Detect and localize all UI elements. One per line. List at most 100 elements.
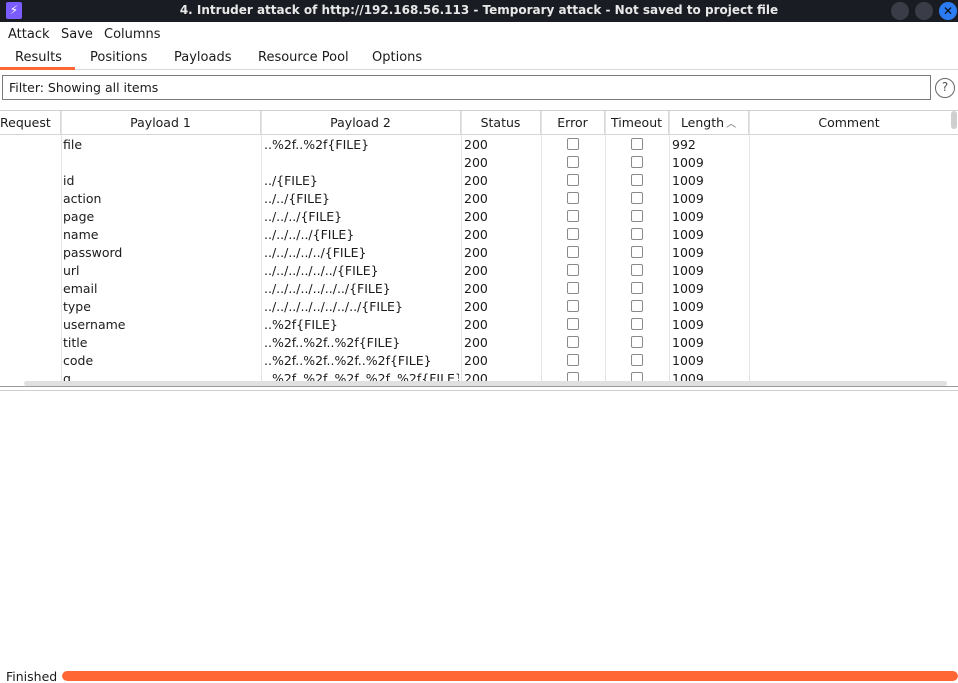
payload-1-cell: id: [63, 173, 75, 188]
tab-payloads[interactable]: Payloads: [174, 50, 231, 65]
results-table: Request Payload 1 Payload 2 Status Error…: [0, 110, 958, 387]
tab-positions[interactable]: Positions: [90, 50, 147, 65]
window-title: 4. Intruder attack of http://192.168.56.…: [179, 3, 779, 17]
status-cell: 200: [464, 173, 488, 188]
error-checkbox: [567, 192, 579, 204]
maximize-button[interactable]: [915, 2, 933, 20]
payload-1-cell: page: [63, 209, 95, 224]
horizontal-scrollbar[interactable]: [24, 381, 947, 386]
payload-2-cell: ../../../../{FILE}: [264, 227, 355, 242]
payload-2-cell: ../../../../../../{FILE}: [264, 263, 379, 278]
table-row[interactable]: 200 1009: [0, 154, 950, 172]
timeout-checkbox: [631, 174, 643, 186]
timeout-checkbox: [631, 156, 643, 168]
table-row[interactable]: url ../../../../../../{FILE} 200 1009: [0, 262, 950, 280]
menu-columns[interactable]: Columns: [104, 27, 161, 42]
table-row[interactable]: type ../../../../../../../../{FILE} 200 100…: [0, 298, 950, 316]
column-header-comment[interactable]: Comment: [749, 111, 949, 135]
minimize-button[interactable]: [891, 2, 909, 20]
table-row[interactable]: password ../../../../../{FILE} 200 1009: [0, 244, 950, 262]
length-cell: 1009: [672, 209, 704, 224]
length-cell: 992: [672, 137, 696, 152]
menu-bar: Attack Save Columns: [0, 24, 958, 46]
column-header-request[interactable]: Request: [0, 111, 61, 135]
column-header-payload-1[interactable]: Payload 1: [61, 111, 261, 135]
table-row[interactable]: title ..%2f..%2f..%2f{FILE} 200 1009: [0, 334, 950, 352]
column-header-length[interactable]: Length ︿: [669, 111, 749, 135]
column-header-error[interactable]: Error: [541, 111, 605, 135]
tab-bar: Results Positions Payloads Resource Pool…: [0, 47, 958, 70]
timeout-checkbox: [631, 354, 643, 366]
table-row[interactable]: email ../../../../../../../{FILE} 200 1009: [0, 280, 950, 298]
payload-1-cell: action: [63, 191, 102, 206]
column-header-status[interactable]: Status: [461, 111, 541, 135]
payload-1-cell: password: [63, 245, 123, 260]
table-row[interactable]: page ../../../{FILE} 200 1009: [0, 208, 950, 226]
menu-save[interactable]: Save: [61, 27, 93, 42]
table-row[interactable]: code ..%2f..%2f..%2f..%2f{FILE} 200 1009: [0, 352, 950, 370]
status-cell: 200: [464, 155, 488, 170]
timeout-checkbox: [631, 228, 643, 240]
length-cell: 1009: [672, 263, 704, 278]
status-cell: 200: [464, 209, 488, 224]
length-cell: 1009: [672, 281, 704, 296]
error-checkbox: [567, 210, 579, 222]
length-cell: 1009: [672, 245, 704, 260]
length-cell: 1009: [672, 155, 704, 170]
table-row[interactable]: id ../{FILE} 200 1009: [0, 172, 950, 190]
payload-1-cell: email: [63, 281, 98, 296]
error-checkbox: [567, 174, 579, 186]
length-cell: 1009: [672, 335, 704, 350]
status-cell: 200: [464, 227, 488, 242]
length-cell: 1009: [672, 191, 704, 206]
payload-2-cell: ..%2f{FILE}: [264, 317, 338, 332]
payload-2-cell: ..%2f..%2f..%2f..%2f{FILE}: [264, 353, 432, 368]
status-cell: 200: [464, 335, 488, 350]
tab-resource-pool[interactable]: Resource Pool: [258, 50, 349, 65]
payload-2-cell: ..%2f..%2f..%2f{FILE}: [264, 335, 401, 350]
length-cell: 1009: [672, 227, 704, 242]
error-checkbox: [567, 228, 579, 240]
progress-fill: [62, 671, 958, 681]
column-header-payload-2[interactable]: Payload 2: [261, 111, 461, 135]
length-cell: 1009: [672, 317, 704, 332]
length-cell: 1009: [672, 173, 704, 188]
split-pane-divider[interactable]: [0, 390, 958, 391]
status-cell: 200: [464, 299, 488, 314]
vertical-scrollbar[interactable]: [951, 111, 957, 129]
error-checkbox: [567, 246, 579, 258]
tab-results[interactable]: Results: [15, 50, 62, 65]
filter-text: Filter: Showing all items: [9, 80, 159, 95]
status-cell: 200: [464, 353, 488, 368]
error-checkbox: [567, 354, 579, 366]
payload-1-cell: file: [63, 137, 83, 152]
timeout-checkbox: [631, 282, 643, 294]
table-row[interactable]: action ../../{FILE} 200 1009: [0, 190, 950, 208]
close-icon: ✕: [942, 4, 954, 18]
table-header: Request Payload 1 Payload 2 Status Error…: [0, 111, 958, 135]
timeout-checkbox: [631, 300, 643, 312]
menu-attack[interactable]: Attack: [8, 27, 50, 42]
column-header-timeout[interactable]: Timeout: [605, 111, 669, 135]
table-row[interactable]: file ..%2f..%2f{FILE} 200 992: [0, 136, 950, 154]
title-bar: ⚡ 4. Intruder attack of http://192.168.5…: [0, 0, 958, 22]
error-checkbox: [567, 156, 579, 168]
payload-2-cell: ..%2f..%2f{FILE}: [264, 137, 370, 152]
timeout-checkbox: [631, 318, 643, 330]
length-cell: 1009: [672, 299, 704, 314]
payload-1-cell: url: [63, 263, 80, 278]
help-icon[interactable]: ?: [935, 78, 955, 98]
error-checkbox: [567, 318, 579, 330]
payload-2-cell: ../../../../../{FILE}: [264, 245, 367, 260]
sort-ascending-icon: ︿: [726, 119, 737, 130]
payload-1-cell: title: [63, 335, 88, 350]
timeout-checkbox: [631, 192, 643, 204]
table-row[interactable]: username ..%2f{FILE} 200 1009: [0, 316, 950, 334]
table-row[interactable]: name ../../../../{FILE} 200 1009: [0, 226, 950, 244]
status-cell: 200: [464, 263, 488, 278]
close-button[interactable]: ✕: [939, 2, 957, 20]
filter-bar[interactable]: Filter: Showing all items: [2, 75, 931, 100]
payload-1-cell: type: [63, 299, 91, 314]
tab-options[interactable]: Options: [372, 50, 422, 65]
error-checkbox: [567, 264, 579, 276]
